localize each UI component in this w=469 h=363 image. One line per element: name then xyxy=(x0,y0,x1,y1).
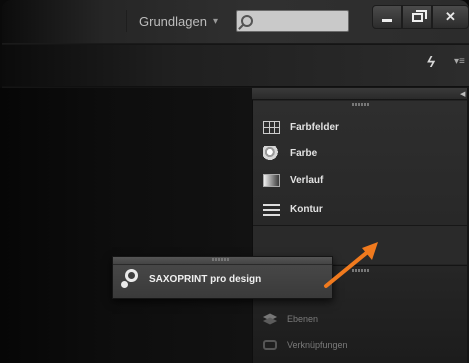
color-palette-icon xyxy=(263,145,280,161)
panel-item-verknuepfungen[interactable]: Verknüpfungen xyxy=(263,335,453,355)
minimize-icon xyxy=(382,18,392,22)
panel-item-farbfelder[interactable]: Farbfelder xyxy=(263,117,453,137)
magnifier-icon xyxy=(121,269,139,289)
annotation-arrow-shaft xyxy=(324,248,372,288)
swatches-icon xyxy=(263,120,280,134)
panel-item-label: Ebenen xyxy=(287,314,319,324)
panel-item-ebenen[interactable]: Ebenen xyxy=(263,309,453,329)
close-button[interactable]: ✕ xyxy=(432,5,469,29)
panel-item-verlauf[interactable]: Verlauf xyxy=(263,170,453,190)
search-field[interactable] xyxy=(236,10,349,32)
panel-menu-icon[interactable]: ▾≡ xyxy=(454,56,466,68)
panel-grip[interactable] xyxy=(352,103,370,106)
stroke-icon xyxy=(263,202,280,216)
workspace-switcher[interactable]: Grundlagen ▾ xyxy=(126,10,226,32)
panel-item-label: Verknüpfungen xyxy=(287,340,348,350)
collapse-arrow-icon[interactable]: ◀ xyxy=(460,90,465,98)
lightning-bolt-icon[interactable]: ϟ xyxy=(427,54,441,72)
extension-item-saxoprint[interactable]: SAXOPRINT pro design xyxy=(121,268,261,290)
workspace-label: Grundlagen xyxy=(139,13,207,29)
dock-header xyxy=(252,88,467,100)
annotation-arrow xyxy=(324,242,378,288)
layers-icon xyxy=(263,313,277,325)
extension-label: SAXOPRINT pro design xyxy=(149,273,262,285)
search-icon xyxy=(241,15,253,27)
search-input[interactable] xyxy=(257,12,345,30)
document-canvas xyxy=(0,88,252,363)
panel-item-kontur[interactable]: Kontur xyxy=(263,199,453,219)
floating-panel-grip[interactable] xyxy=(212,258,230,261)
chevron-down-icon: ▾ xyxy=(212,15,218,27)
links-icon xyxy=(263,340,277,350)
minimize-button[interactable] xyxy=(372,5,402,29)
panel-item-label: Farbe xyxy=(290,147,318,159)
panel-item-label: Kontur xyxy=(290,203,323,215)
annotation-arrow-head xyxy=(362,242,378,260)
panel-item-label: Farbfelder xyxy=(290,121,339,133)
restore-button[interactable] xyxy=(402,5,432,29)
gradient-icon xyxy=(263,173,280,187)
panel-item-label: Verlauf xyxy=(290,174,324,186)
restore-icon xyxy=(411,9,427,22)
close-icon: ✕ xyxy=(445,9,456,24)
panel-item-farbe[interactable]: Farbe xyxy=(263,143,453,163)
control-bar xyxy=(2,45,469,87)
